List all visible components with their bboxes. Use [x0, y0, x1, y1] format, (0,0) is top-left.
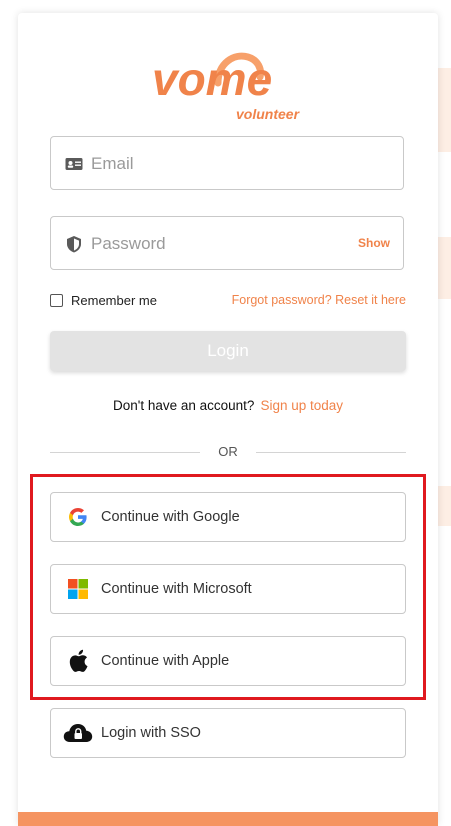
logo-subtitle: volunteer	[236, 106, 301, 122]
email-field[interactable]	[50, 136, 404, 191]
remember-me[interactable]: Remember me	[50, 291, 157, 309]
show-password-button[interactable]: Show	[358, 236, 390, 250]
signup-link[interactable]: Sign up today	[260, 398, 343, 413]
cloud-lock-icon	[63, 722, 93, 744]
background-accent-bottom	[438, 486, 451, 526]
or-label: OR	[218, 444, 238, 459]
remember-me-label: Remember me	[71, 292, 157, 308]
vome-volunteer-logo: vome volunteer	[152, 52, 301, 122]
background-accent-top	[438, 68, 451, 152]
sso-button-label: Login with SSO	[101, 725, 201, 741]
footer-bar	[18, 812, 438, 826]
forgot-password-link[interactable]: Forgot password? Reset it here	[232, 293, 406, 307]
password-field[interactable]: Show	[50, 216, 404, 271]
signup-question: Don't have an account?	[113, 398, 255, 413]
logo-wordmark: vome	[152, 53, 272, 105]
id-card-icon	[65, 158, 83, 170]
signup-prompt: Don't have an account? Sign up today	[18, 398, 438, 413]
background-accent-middle	[438, 237, 451, 299]
login-card: vome volunteer Show Remember me Forgot p…	[18, 13, 438, 826]
login-button[interactable]: Login	[50, 331, 406, 371]
password-input[interactable]	[89, 217, 353, 271]
login-with-sso-button[interactable]: Login with SSO	[50, 708, 406, 758]
social-login-highlight	[30, 474, 426, 700]
or-divider: OR	[50, 444, 406, 460]
shield-icon	[67, 236, 81, 253]
email-input[interactable]	[89, 137, 353, 191]
remember-me-checkbox[interactable]	[50, 293, 63, 307]
